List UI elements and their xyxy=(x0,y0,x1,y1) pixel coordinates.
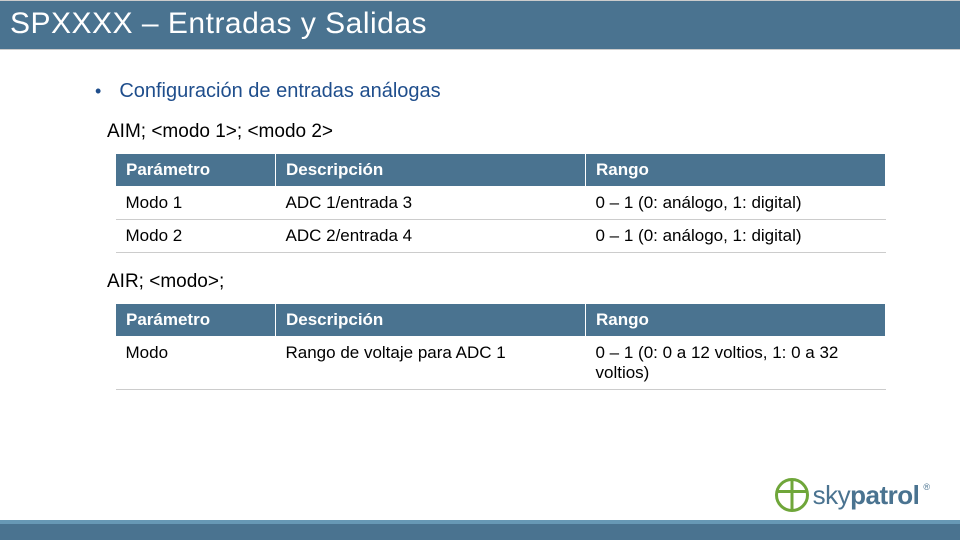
cell-parametro: Modo xyxy=(116,337,276,390)
cell-rango: 0 – 1 (0: análogo, 1: digital) xyxy=(586,220,886,253)
brand-logo: skypatrol ® xyxy=(775,478,930,512)
parameters-table-2: Parámetro Descripción Rango Modo Rango d… xyxy=(115,303,886,390)
bullet-icon: • xyxy=(95,82,101,100)
command-syntax-2: AIR; <modo>; xyxy=(107,271,890,293)
cell-rango: 0 – 1 (0: 0 a 12 voltios, 1: 0 a 32 volt… xyxy=(586,337,886,390)
cell-parametro: Modo 2 xyxy=(116,220,276,253)
table-header-row: Parámetro Descripción Rango xyxy=(116,304,886,337)
registered-icon: ® xyxy=(923,482,930,492)
bullet-text: Configuración de entradas análogas xyxy=(119,80,440,103)
table-header-row: Parámetro Descripción Rango xyxy=(116,154,886,187)
page-title: SPXXXX – Entradas y Salidas xyxy=(10,7,950,41)
col-header-rango: Rango xyxy=(586,154,886,187)
cell-parametro: Modo 1 xyxy=(116,187,276,220)
col-header-descripcion: Descripción xyxy=(276,154,586,187)
content-area: • Configuración de entradas análogas AIM… xyxy=(0,50,960,390)
table-row: Modo 2 ADC 2/entrada 4 0 – 1 (0: análogo… xyxy=(116,220,886,253)
col-header-descripcion: Descripción xyxy=(276,304,586,337)
title-bar: SPXXXX – Entradas y Salidas xyxy=(0,0,960,50)
table-row: Modo Rango de voltaje para ADC 1 0 – 1 (… xyxy=(116,337,886,390)
parameters-table-1: Parámetro Descripción Rango Modo 1 ADC 1… xyxy=(115,153,886,253)
cell-rango: 0 – 1 (0: análogo, 1: digital) xyxy=(586,187,886,220)
col-header-parametro: Parámetro xyxy=(116,304,276,337)
col-header-rango: Rango xyxy=(586,304,886,337)
col-header-parametro: Parámetro xyxy=(116,154,276,187)
cell-descripcion: ADC 1/entrada 3 xyxy=(276,187,586,220)
cell-descripcion: ADC 2/entrada 4 xyxy=(276,220,586,253)
footer-bar xyxy=(0,520,960,540)
globe-icon xyxy=(775,478,809,512)
command-syntax-1: AIM; <modo 1>; <modo 2> xyxy=(107,121,890,143)
cell-descripcion: Rango de voltaje para ADC 1 xyxy=(276,337,586,390)
table-row: Modo 1 ADC 1/entrada 3 0 – 1 (0: análogo… xyxy=(116,187,886,220)
logo-text: skypatrol xyxy=(813,480,920,511)
slide: SPXXXX – Entradas y Salidas • Configurac… xyxy=(0,0,960,540)
bullet-item: • Configuración de entradas análogas xyxy=(95,80,890,103)
